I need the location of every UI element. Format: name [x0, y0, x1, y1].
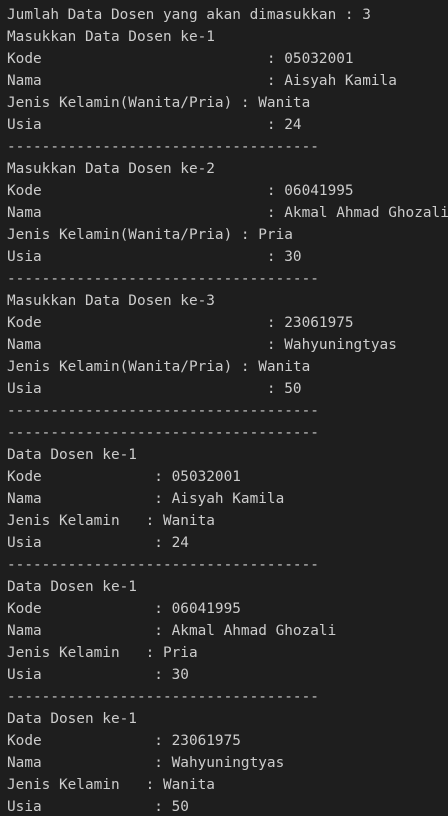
terminal-line: Nama : Wahyuningtyas — [7, 755, 285, 771]
terminal-line: Jenis Kelamin : Wanita — [7, 513, 215, 529]
terminal-top-edge — [0, 0, 448, 4]
terminal-line: Nama : Aisyah Kamila — [7, 73, 397, 89]
terminal-line: Usia : 24 — [7, 117, 302, 133]
terminal-line: Nama : Aisyah Kamila — [7, 491, 285, 507]
terminal-line: Jenis Kelamin(Wanita/Pria) : Pria — [7, 227, 293, 243]
terminal-line: Data Dosen ke-1 — [7, 711, 137, 727]
terminal-line: Data Dosen ke-1 — [7, 579, 137, 595]
terminal-line: Data Dosen ke-1 — [7, 447, 137, 463]
terminal-line: Usia : 50 — [7, 799, 189, 815]
separator-line: ------------------------------------ — [7, 403, 319, 419]
terminal-line: Masukkan Data Dosen ke-3 — [7, 293, 215, 309]
separator-line: ------------------------------------ — [7, 425, 319, 441]
terminal-line: Masukkan Data Dosen ke-1 — [7, 29, 215, 45]
terminal-line: Jumlah Data Dosen yang akan dimasukkan :… — [7, 7, 371, 23]
terminal-line: Jenis Kelamin : Pria — [7, 645, 198, 661]
terminal-line: Kode : 23061975 — [7, 733, 241, 749]
separator-line: ------------------------------------ — [7, 139, 319, 155]
terminal-line: Kode : 06041995 — [7, 601, 241, 617]
terminal-line: Usia : 30 — [7, 249, 302, 265]
terminal-line: Nama : Akmal Ahmad Ghozali — [7, 623, 337, 639]
terminal-line: Jenis Kelamin : Wanita — [7, 777, 215, 793]
separator-line: ------------------------------------ — [7, 271, 319, 287]
terminal-line: Kode : 05032001 — [7, 51, 354, 67]
terminal-line: Masukkan Data Dosen ke-2 — [7, 161, 215, 177]
terminal-line: Kode : 06041995 — [7, 183, 354, 199]
terminal-output: Jumlah Data Dosen yang akan dimasukkan :… — [0, 0, 448, 816]
terminal-line: Usia : 24 — [7, 535, 189, 551]
terminal-line: Nama : Wahyuningtyas — [7, 337, 397, 353]
terminal-line: Jenis Kelamin(Wanita/Pria) : Wanita — [7, 95, 311, 111]
terminal-line: Usia : 30 — [7, 667, 189, 683]
separator-line: ------------------------------------ — [7, 689, 319, 705]
terminal-line: Usia : 50 — [7, 381, 302, 397]
separator-line: ------------------------------------ — [7, 557, 319, 573]
terminal-line: Jenis Kelamin(Wanita/Pria) : Wanita — [7, 359, 311, 375]
terminal-line: Nama : Akmal Ahmad Ghozali — [7, 205, 448, 221]
terminal-line: Kode : 05032001 — [7, 469, 241, 485]
terminal-line: Kode : 23061975 — [7, 315, 354, 331]
